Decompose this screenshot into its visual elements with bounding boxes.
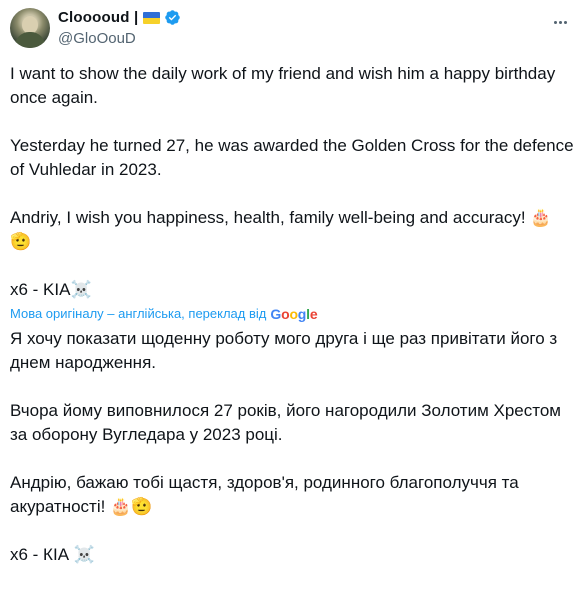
translated-paragraph: х6 - КІА ☠️: [10, 545, 95, 564]
verified-badge-icon: [165, 10, 181, 25]
translated-paragraph: Вчора йому виповнилося 27 років, його на…: [10, 401, 561, 444]
translated-paragraph: Я хочу показати щоденну роботу мого друг…: [10, 329, 558, 372]
avatar-body: [15, 32, 45, 48]
google-logo: Google: [270, 306, 318, 322]
ukraine-flag-icon: [143, 11, 161, 24]
tweet-paragraph: x6 - KIA☠️: [10, 280, 92, 299]
tweet-paragraph: I want to show the daily work of my frie…: [10, 64, 556, 107]
translation-notice[interactable]: Мова оригіналу – англійська, переклад ві…: [10, 305, 575, 323]
translation-notice-text: Мова оригіналу – англійська, переклад ві…: [10, 306, 267, 321]
translated-paragraph: Андрію, бажаю тобі щастя, здоров'я, роди…: [10, 473, 519, 516]
tweet-body: I want to show the daily work of my frie…: [10, 62, 575, 591]
avatar[interactable]: [10, 8, 50, 48]
tweet-header: Clooooud | @GloOouD: [10, 8, 577, 52]
display-name[interactable]: Clooooud |: [58, 9, 138, 26]
tweet-paragraph: Yesterday he turned 27, he was awarded t…: [10, 136, 574, 179]
name-row: Clooooud |: [58, 9, 181, 26]
translated-text: Я хочу показати щоденну роботу мого друг…: [10, 327, 575, 567]
tweet-paragraph: Andriy, I wish you happiness, health, fa…: [10, 208, 552, 251]
tweet-card: Clooooud | @GloOouD I want to show the d…: [0, 0, 587, 564]
more-options-icon[interactable]: [547, 12, 573, 32]
user-handle[interactable]: @GloOouD: [58, 30, 136, 47]
